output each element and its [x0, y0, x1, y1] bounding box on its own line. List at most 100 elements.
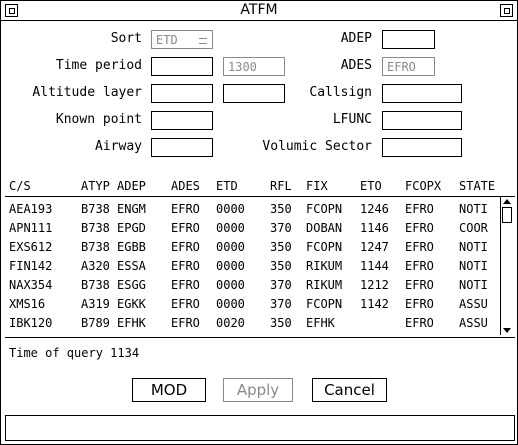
- altitude-from-field[interactable]: [151, 84, 213, 103]
- cell-cs: AEA193: [9, 202, 53, 216]
- cell-adep: EGKK: [117, 297, 146, 311]
- airway-field[interactable]: [151, 138, 213, 157]
- cell-atyp: B738: [81, 221, 110, 235]
- option-menu-icon: [199, 38, 207, 44]
- cell-ades: EFRO: [171, 316, 200, 330]
- cell-eto: 1142: [360, 297, 389, 311]
- cell-atyp: B738: [81, 202, 110, 216]
- column-header-rfl[interactable]: RFL: [270, 179, 292, 193]
- cell-state: NOTI: [459, 240, 488, 254]
- cell-fcopx: EFRO: [405, 259, 434, 273]
- column-header-cs[interactable]: C/S: [9, 179, 31, 193]
- cell-atyp: B789: [81, 316, 110, 330]
- cell-adep: ENGM: [117, 202, 146, 216]
- column-header-adep[interactable]: ADEP: [117, 179, 146, 193]
- sort-select[interactable]: ETD: [151, 30, 213, 49]
- window-title: ATFM: [240, 2, 278, 18]
- cancel-button[interactable]: Cancel: [312, 378, 387, 402]
- scroll-up-arrow-icon[interactable]: [503, 199, 511, 204]
- cell-atyp: B738: [81, 278, 110, 292]
- cell-fix: RIKUM: [306, 259, 343, 273]
- column-header-atyp[interactable]: ATYP: [81, 179, 110, 193]
- callsign-field[interactable]: [382, 84, 462, 103]
- cell-fix: FCOPN: [306, 202, 343, 216]
- ades-label: ADES: [340, 58, 372, 73]
- cell-fix: EFHK: [306, 316, 335, 330]
- cell-cs: APN111: [9, 221, 53, 235]
- cell-cs: XMS16: [9, 297, 46, 311]
- cell-adep: EGBB: [117, 240, 146, 254]
- cell-ades: EFRO: [171, 259, 200, 273]
- lfunc-field[interactable]: [382, 111, 462, 130]
- cell-adep: EFHK: [117, 316, 146, 330]
- cell-cs: FIN142: [9, 259, 53, 273]
- cell-etd: 0000: [216, 240, 245, 254]
- cell-fcopx: EFRO: [405, 202, 434, 216]
- cell-state: NOTI: [459, 202, 488, 216]
- cell-fcopx: EFRO: [405, 221, 434, 235]
- cell-fcopx: EFRO: [405, 278, 434, 292]
- known-point-field[interactable]: [151, 111, 213, 130]
- cell-fix: RIKUM: [306, 278, 343, 292]
- cell-ades: EFRO: [171, 278, 200, 292]
- time-period-to-field[interactable]: 1300: [223, 57, 285, 76]
- cell-state: ASSU: [459, 316, 488, 330]
- cell-adep: ESGG: [117, 278, 146, 292]
- cell-rfl: 350: [270, 240, 292, 254]
- column-header-etd[interactable]: ETD: [216, 179, 238, 193]
- altitude-layer-label: Altitude layer: [32, 85, 142, 100]
- mod-button[interactable]: MOD: [132, 378, 206, 402]
- time-period-label: Time period: [55, 58, 142, 73]
- sort-value: ETD: [156, 33, 178, 47]
- flight-list[interactable]: AEA193 B738 ENGM EFRO 0000 350 FCOPN 124…: [5, 196, 515, 338]
- scrollbar-thumb[interactable]: [502, 207, 512, 223]
- altitude-to-field[interactable]: [223, 84, 285, 103]
- apply-button[interactable]: Apply: [223, 378, 293, 402]
- vertical-scrollbar[interactable]: [500, 197, 513, 335]
- ades-field[interactable]: EFRO: [382, 57, 435, 76]
- cell-rfl: 370: [270, 278, 292, 292]
- cell-etd: 0000: [216, 297, 245, 311]
- adep-label: ADEP: [340, 31, 372, 46]
- title-bar[interactable]: ATFM: [1, 1, 517, 21]
- known-point-label: Known point: [55, 112, 142, 127]
- cell-rfl: 350: [270, 316, 292, 330]
- cell-fcopx: EFRO: [405, 297, 434, 311]
- column-header-ades[interactable]: ADES: [171, 179, 200, 193]
- callsign-label: Callsign: [309, 85, 372, 100]
- cell-state: NOTI: [459, 259, 488, 273]
- window-maximize-button[interactable]: [500, 4, 513, 17]
- cell-adep: EPGD: [117, 221, 146, 235]
- cell-eto: 1144: [360, 259, 389, 273]
- adep-field[interactable]: [382, 30, 435, 49]
- cell-eto: 1146: [360, 221, 389, 235]
- lfunc-label: LFUNC: [332, 112, 372, 127]
- cell-eto: 1247: [360, 240, 389, 254]
- column-header-fcopx[interactable]: FCOPX: [405, 179, 441, 193]
- airway-label: Airway: [95, 139, 142, 154]
- column-header-state[interactable]: STATE: [459, 179, 495, 193]
- cell-rfl: 350: [270, 202, 292, 216]
- atfm-window: ATFM Sort ETD Time period 1300 Altitude …: [0, 0, 518, 445]
- column-header-eto[interactable]: ETO: [360, 179, 382, 193]
- cell-etd: 0000: [216, 278, 245, 292]
- command-line-field[interactable]: [5, 415, 515, 441]
- cell-adep: ESSA: [117, 259, 146, 273]
- cell-rfl: 370: [270, 297, 292, 311]
- volumic-sector-field[interactable]: [382, 138, 462, 157]
- scroll-down-arrow-icon[interactable]: [503, 328, 511, 333]
- cell-etd: 0000: [216, 221, 245, 235]
- cell-cs: EXS612: [9, 240, 53, 254]
- cell-fcopx: EFRO: [405, 316, 434, 330]
- cell-atyp: A319: [81, 297, 110, 311]
- cell-state: NOTI: [459, 278, 488, 292]
- cell-fcopx: EFRO: [405, 240, 434, 254]
- cell-atyp: A320: [81, 259, 110, 273]
- cell-eto: 1212: [360, 278, 389, 292]
- cell-atyp: B738: [81, 240, 110, 254]
- time-period-from-field[interactable]: [151, 57, 213, 76]
- cell-ades: EFRO: [171, 221, 200, 235]
- cell-etd: 0000: [216, 259, 245, 273]
- column-header-fix[interactable]: FIX: [306, 179, 328, 193]
- cell-fix: FCOPN: [306, 240, 343, 254]
